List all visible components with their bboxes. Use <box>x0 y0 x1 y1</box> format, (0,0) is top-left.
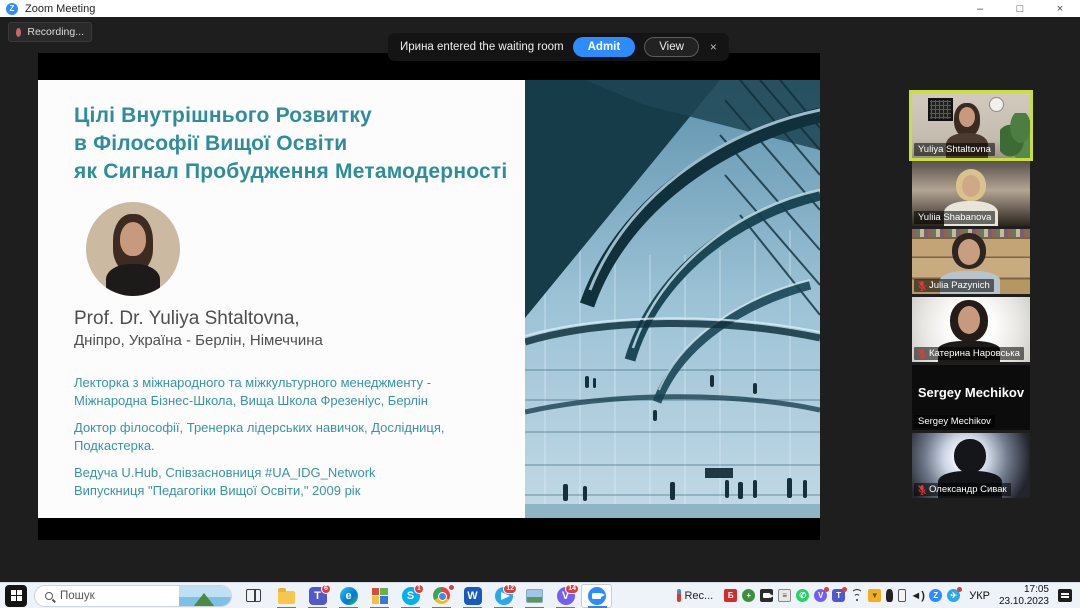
participant-tile-julia-pazynich[interactable]: Julia Pazynich <box>912 229 1030 294</box>
tray-date: 23.10.2023 <box>998 595 1049 607</box>
teams-tray-icon[interactable]: T <box>832 587 848 602</box>
muted-mic-icon <box>918 280 926 291</box>
speaker-bio: Лекторка з міжнародного та міжкультурног… <box>74 375 445 498</box>
participant-tile-kateryna-narovska[interactable]: Катерина Наровська <box>912 297 1030 362</box>
window-title: Zoom Meeting <box>25 2 96 15</box>
taskbar-app-edge[interactable]: e <box>333 584 364 608</box>
wall-art-decoration <box>928 98 953 121</box>
taskbar-app-telegram[interactable]: 12 <box>488 583 519 608</box>
zoom-app-logo-icon: Z <box>6 2 18 15</box>
participant-tile-sergey-mechikov[interactable]: Sergey Mechikov Sergey Mechikov <box>912 365 1030 430</box>
taskbar-search-input[interactable]: Пошук <box>34 584 232 607</box>
taskbar-app-skype[interactable]: S1 <box>395 583 426 608</box>
taskbar-app-teams[interactable]: T6 <box>302 583 333 608</box>
recording-dot-icon <box>16 27 22 37</box>
file-explorer-icon <box>278 587 295 604</box>
task-view-button[interactable] <box>246 589 261 602</box>
participant-name: Sergey Mechikov <box>918 416 991 427</box>
telegram-tray-icon[interactable]: ✈ <box>947 587 963 602</box>
video-off-display-name: Sergey Mechikov <box>917 385 1025 400</box>
minimize-button[interactable]: – <box>960 0 1000 17</box>
muted-mic-icon <box>918 348 926 359</box>
muted-mic-icon <box>918 484 926 495</box>
recording-indicator[interactable]: Recording... <box>8 22 92 42</box>
system-tray: Rec... Б + ≡ ✆ V T ▼ ◄) Z ✈ УКР 17:05 23… <box>677 584 1080 608</box>
reichstag-dome-photo <box>525 80 820 518</box>
participant-name: Катерина Наровська <box>929 348 1020 359</box>
presentation-slide: Цілі Внутрішнього Розвитку в Філософії В… <box>38 80 820 518</box>
participant-tile-yuliia-shabanova[interactable]: Yuliia Shabanova <box>912 161 1030 226</box>
clipboard-icon[interactable]: ≡ <box>778 589 792 602</box>
speaker-location: Дніпро, Україна - Берлін, Німеччина <box>74 332 323 349</box>
notification-center-icon[interactable] <box>1058 589 1072 602</box>
camera-icon[interactable] <box>760 589 775 602</box>
mosaic-app-icon <box>371 587 388 604</box>
taskbar-app-photos[interactable] <box>519 584 550 608</box>
tray-rec-label: Rec... <box>684 589 714 602</box>
view-button[interactable]: View <box>644 37 699 57</box>
window-titlebar: Z Zoom Meeting – □ × <box>0 0 1080 17</box>
taskbar-app-chrome[interactable] <box>426 583 457 608</box>
zoom-client-area: Recording... Ирина entered the waiting r… <box>0 17 1080 583</box>
taskbar-app-viber[interactable]: V 14 <box>550 583 581 608</box>
wall-clock-decoration <box>989 97 1004 112</box>
language-indicator[interactable]: УКР <box>969 590 990 602</box>
search-icon <box>45 591 53 600</box>
tray-recording-status[interactable]: Rec... <box>677 589 713 602</box>
participant-name: Yuliia Shabanova <box>918 212 992 223</box>
speaker-portrait-photo <box>86 202 180 296</box>
taskbar-app-file-explorer[interactable] <box>271 584 302 608</box>
start-button[interactable] <box>5 584 27 607</box>
weather-widget-thumbnail[interactable] <box>179 585 231 606</box>
download-funnel-icon[interactable]: ▼ <box>868 589 882 602</box>
taskbar-app-zoom[interactable] <box>581 583 612 608</box>
participant-tile-oleksandr-syvak[interactable]: Олександр Сивак <box>912 433 1030 498</box>
windows-taskbar: Пошук T6 e S1 W 12 V 14 Rec... Б + ≡ ✆ V … <box>0 582 1080 608</box>
participants-sidebar: Yuliya Shtaltovna Yuliia Shabanova Julia… <box>909 90 1033 501</box>
chrome-icon <box>433 587 450 604</box>
viber-tray-icon[interactable]: V <box>814 587 830 602</box>
notification-close-icon[interactable]: × <box>710 40 717 54</box>
word-icon: W <box>463 586 482 605</box>
volume-icon[interactable]: ◄) <box>910 589 925 602</box>
close-button[interactable]: × <box>1040 0 1080 17</box>
security-shield-icon[interactable]: + <box>742 589 756 602</box>
tray-time: 17:05 <box>1023 583 1049 595</box>
whatsapp-icon[interactable]: ✆ <box>796 589 810 602</box>
wifi-icon[interactable] <box>850 588 863 601</box>
edge-icon: e <box>339 586 358 605</box>
plant-decoration <box>1000 113 1030 158</box>
waiting-room-notification: Ирина entered the waiting room Admit Vie… <box>388 33 729 61</box>
zoom-tray-icon[interactable]: Z <box>929 589 943 602</box>
shared-screen-area: Цілі Внутрішнього Розвитку в Філософії В… <box>38 53 820 540</box>
phone-icon[interactable] <box>898 589 907 602</box>
waiting-room-message: Ирина entered the waiting room <box>400 41 564 53</box>
participant-name: Julia Pazynich <box>929 280 990 291</box>
admit-button[interactable]: Admit <box>572 37 636 57</box>
participant-name: Олександр Сивак <box>929 484 1007 495</box>
participant-name: Yuliya Shtaltovna <box>918 144 991 155</box>
taskbar-app-mosaic[interactable] <box>364 584 395 608</box>
photos-icon <box>526 588 543 603</box>
taskbar-app-word[interactable]: W <box>457 584 488 608</box>
speaker-name: Prof. Dr. Yuliya Shtaltovna, <box>74 308 300 329</box>
search-placeholder: Пошук <box>60 589 95 602</box>
taskbar-clock[interactable]: 17:05 23.10.2023 <box>999 584 1049 608</box>
red-app-icon[interactable]: Б <box>724 589 738 602</box>
zoom-icon <box>587 586 606 605</box>
slide-title: Цілі Внутрішнього Розвитку в Філософії В… <box>74 104 508 183</box>
participant-tile-yuliya-shtaltovna[interactable]: Yuliya Shtaltovna <box>909 90 1033 161</box>
recording-label: Recording... <box>27 26 84 38</box>
thermometer-icon <box>677 589 682 602</box>
maximize-button[interactable]: □ <box>1000 0 1040 17</box>
microphone-icon[interactable] <box>886 589 894 602</box>
windows-logo-icon <box>10 590 22 601</box>
